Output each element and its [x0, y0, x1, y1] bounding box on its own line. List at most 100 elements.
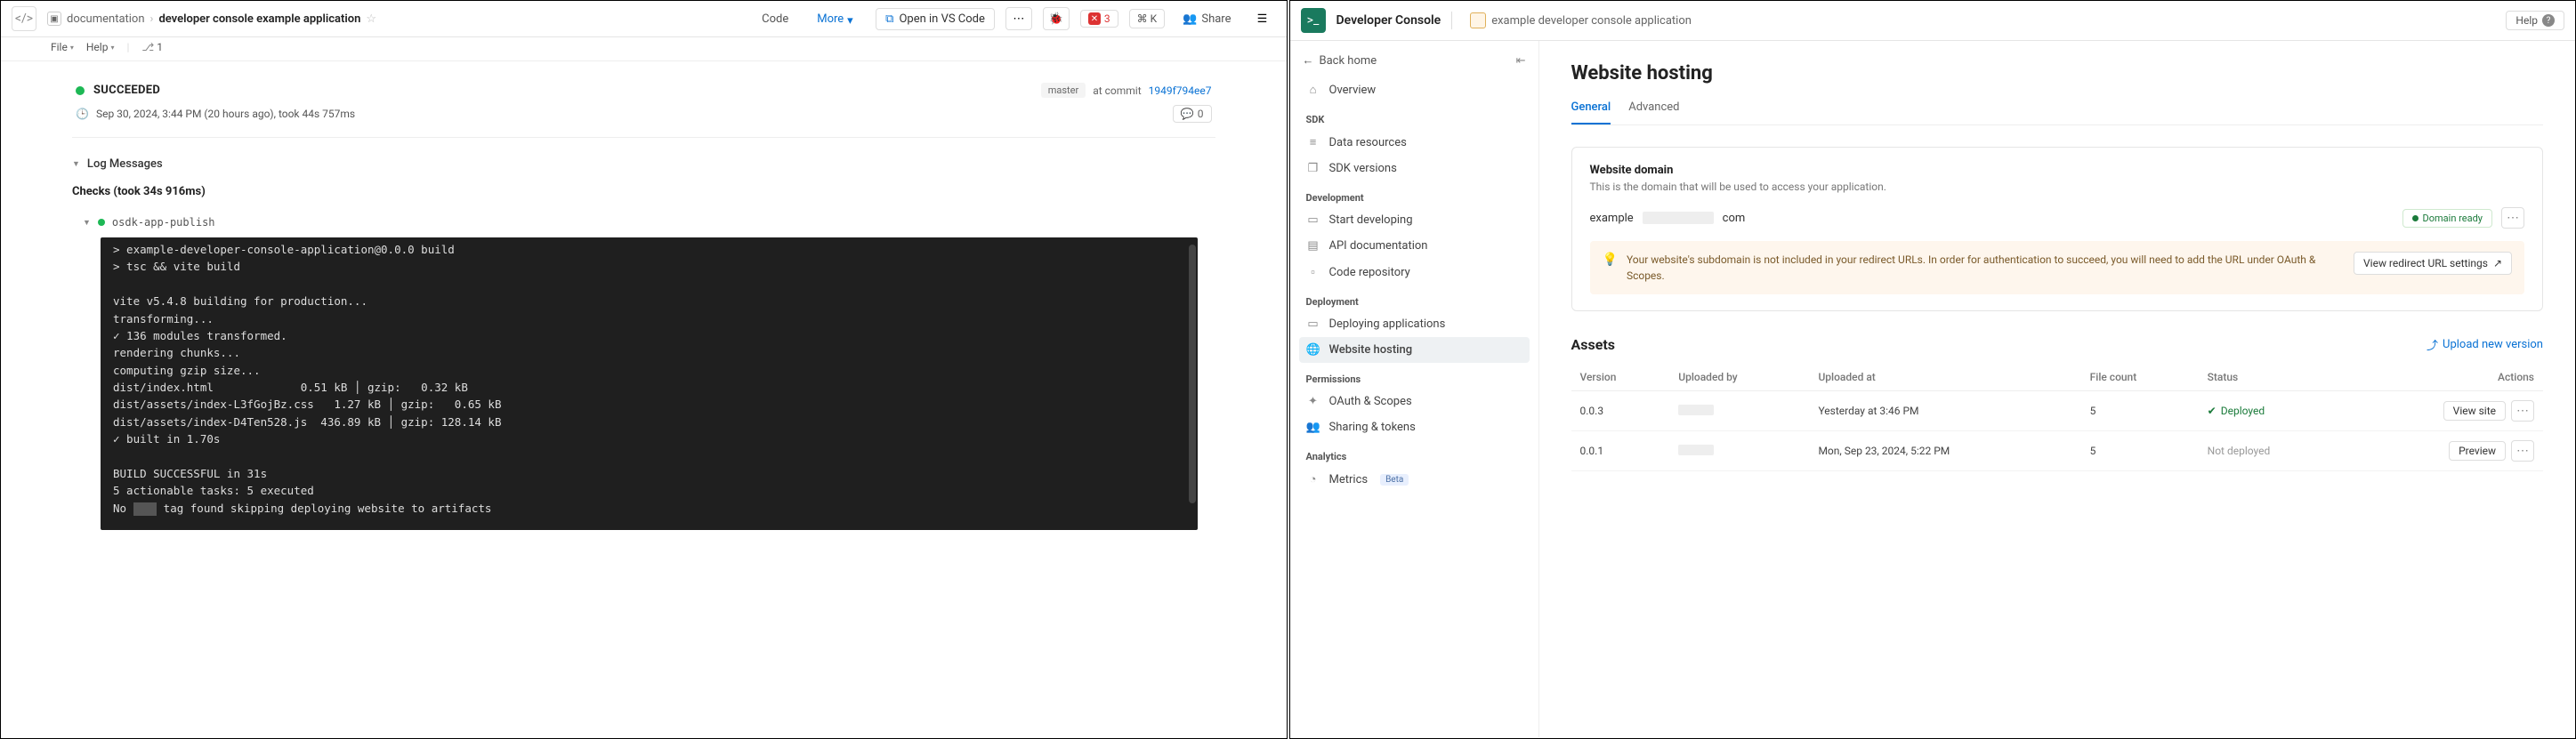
back-home-link[interactable]: ←Back home — [1303, 53, 1377, 68]
log-task-row[interactable]: ▼ osdk-app-publish — [72, 211, 1215, 234]
tab-advanced[interactable]: Advanced — [1628, 100, 1679, 125]
breadcrumb-current[interactable]: developer console example application — [158, 12, 360, 26]
sidebar-item-sharing[interactable]: 👥Sharing & tokens — [1299, 414, 1530, 440]
sidebar-item-website-hosting[interactable]: 🌐Website hosting — [1299, 337, 1530, 363]
left-header: </> ▣ documentation › developer console … — [1, 1, 1287, 37]
build-status: SUCCEEDED — [93, 84, 160, 97]
comment-icon: 💬 — [1181, 108, 1194, 120]
sidebar-item-data-resources[interactable]: ≡Data resources — [1299, 129, 1530, 156]
beta-badge: Beta — [1380, 474, 1409, 486]
row-more-button[interactable]: ⋯ — [2511, 400, 2534, 422]
view-redirect-settings-button[interactable]: View redirect URL settings↗ — [2354, 252, 2512, 275]
x-icon: ✕ — [1088, 12, 1101, 25]
col-status: Status — [2199, 364, 2346, 391]
success-dot-icon — [98, 219, 105, 226]
scrollbar[interactable] — [1189, 245, 1196, 503]
right-header: >_ Developer Console example developer c… — [1290, 1, 2576, 41]
dev-console-pane: >_ Developer Console example developer c… — [1289, 0, 2576, 739]
domain-card: Website domain This is the domain that w… — [1571, 147, 2544, 311]
cell-uploaded-by — [1669, 391, 1809, 431]
users-icon: 👥 — [1306, 421, 1320, 434]
sidebar-group-permissions: Permissions — [1299, 363, 1530, 389]
bug-button[interactable]: 🐞 — [1043, 7, 1070, 30]
cell-actions: Preview⋯ — [2345, 431, 2543, 471]
sidebar-group-sdk: SDK — [1299, 103, 1530, 129]
domain-title: Website domain — [1590, 164, 2525, 177]
cell-uploaded-at: Yesterday at 3:46 PM — [1809, 391, 2080, 431]
branch-count[interactable]: ⎇1 — [141, 41, 163, 53]
domain-row: example com Domain ready ⋯ — [1590, 207, 2525, 229]
cell-uploaded-by — [1669, 431, 1809, 471]
cell-status: Not deployed — [2199, 431, 2346, 471]
home-icon: ⌂ — [1306, 83, 1320, 97]
list-view-button[interactable]: ☰ — [1249, 7, 1276, 30]
cell-file-count: 5 — [2081, 431, 2199, 471]
collapse-sidebar-button[interactable]: ⇤ — [1516, 54, 1526, 68]
sidebar-group-deployment: Deployment — [1299, 285, 1530, 311]
sidebar-item-api-docs[interactable]: ▤API documentation — [1299, 233, 1530, 259]
commit-link[interactable]: 1949f794ee7 — [1149, 84, 1212, 97]
status-dot-icon — [76, 86, 85, 95]
main-content: Website hosting General Advanced Website… — [1539, 41, 2576, 737]
row-more-button[interactable]: ⋯ — [2511, 440, 2534, 462]
domain-more-button[interactable]: ⋯ — [2501, 207, 2524, 229]
sidebar-item-deploying[interactable]: ▭Deploying applications — [1299, 311, 1530, 337]
code-tab[interactable]: Code — [753, 9, 797, 29]
domain-segment: example — [1590, 210, 1634, 227]
warning-box: 💡 Your website's subdomain is not includ… — [1590, 241, 2525, 294]
col-uploaded-by: Uploaded by — [1669, 364, 1809, 391]
page-title: Website hosting — [1571, 62, 2544, 84]
cell-version: 0.0.1 — [1571, 431, 1670, 471]
table-row: 0.0.1 Mon, Sep 23, 2024, 5:22 PM5Not depl… — [1571, 431, 2544, 471]
log-messages-header[interactable]: ▼ Log Messages — [72, 152, 1215, 176]
share-button[interactable]: 👥Share — [1175, 9, 1238, 29]
cell-actions: View site⋯ — [2345, 391, 2543, 431]
more-actions-button[interactable]: ⋯ — [1005, 7, 1032, 30]
sidebar-item-code-repo[interactable]: ▫Code repository — [1299, 259, 1530, 285]
sidebar-item-oauth[interactable]: ✦OAuth & Scopes — [1299, 389, 1530, 414]
row-action-button[interactable]: View site — [2443, 401, 2506, 421]
cell-status: ✔Deployed — [2199, 391, 2346, 431]
star-icon[interactable]: ☆ — [366, 12, 376, 26]
help-button[interactable]: Help? — [2506, 11, 2564, 30]
terminal-output[interactable]: > example-developer-console-application@… — [101, 237, 1198, 530]
row-action-button[interactable]: Preview — [2449, 441, 2506, 461]
chevron-right-icon: › — [150, 12, 154, 26]
app-chip[interactable]: example developer console application — [1470, 12, 1692, 28]
branch-pill[interactable]: master — [1041, 83, 1086, 98]
sidebar-group-development: Development — [1299, 181, 1530, 207]
file-menu[interactable]: File▾ — [51, 41, 74, 53]
errors-button[interactable]: ✕3 — [1080, 10, 1118, 28]
help-menu[interactable]: Help▾ — [86, 41, 115, 53]
cell-uploaded-at: Mon, Sep 23, 2024, 5:22 PM — [1809, 431, 2080, 471]
cell-version: 0.0.3 — [1571, 391, 1670, 431]
assets-table: Version Uploaded by Uploaded at File cou… — [1571, 364, 2544, 471]
commit-info: master at commit 1949f794ee7 — [1041, 83, 1212, 98]
sub-menu: File▾ Help▾ | ⎇1 — [1, 37, 1287, 61]
tab-general[interactable]: General — [1571, 100, 1611, 125]
col-file-count: File count — [2081, 364, 2199, 391]
upload-icon: ⤴ — [2427, 336, 2438, 353]
sidebar-item-start-developing[interactable]: ▭Start developing — [1299, 207, 1530, 233]
sidebar-item-metrics[interactable]: ◔MetricsBeta — [1299, 466, 1530, 493]
lightbulb-icon: 💡 — [1603, 253, 1618, 267]
open-vscode-button[interactable]: ⧉ Open in VS Code — [876, 8, 995, 30]
assets-title: Assets — [1571, 336, 1615, 353]
dot-icon — [2412, 215, 2419, 221]
console-logo-icon[interactable]: >_ — [1301, 8, 1326, 33]
upload-new-version-button[interactable]: ⤴Upload new version — [2427, 336, 2543, 353]
sidebar-item-overview[interactable]: ⌂Overview — [1299, 76, 1530, 103]
globe-icon: 🌐 — [1306, 343, 1320, 357]
col-version: Version — [1571, 364, 1670, 391]
comments-button[interactable]: 💬 0 — [1173, 105, 1212, 123]
doc-icon: ▤ — [1306, 239, 1320, 253]
gauge-icon: ◔ — [1306, 472, 1320, 486]
more-menu[interactable]: More▾ — [808, 9, 865, 29]
question-icon: ? — [2542, 14, 2555, 27]
build-time: Sep 30, 2024, 3:44 PM (20 hours ago), to… — [96, 108, 355, 120]
app-logo[interactable]: </> — [12, 6, 36, 31]
tabs: General Advanced — [1571, 100, 2544, 125]
sidebar-item-sdk-versions[interactable]: ❐SDK versions — [1299, 156, 1530, 181]
keyboard-shortcut[interactable]: ⌘ K — [1129, 9, 1166, 28]
breadcrumb-parent[interactable]: documentation — [67, 12, 145, 26]
